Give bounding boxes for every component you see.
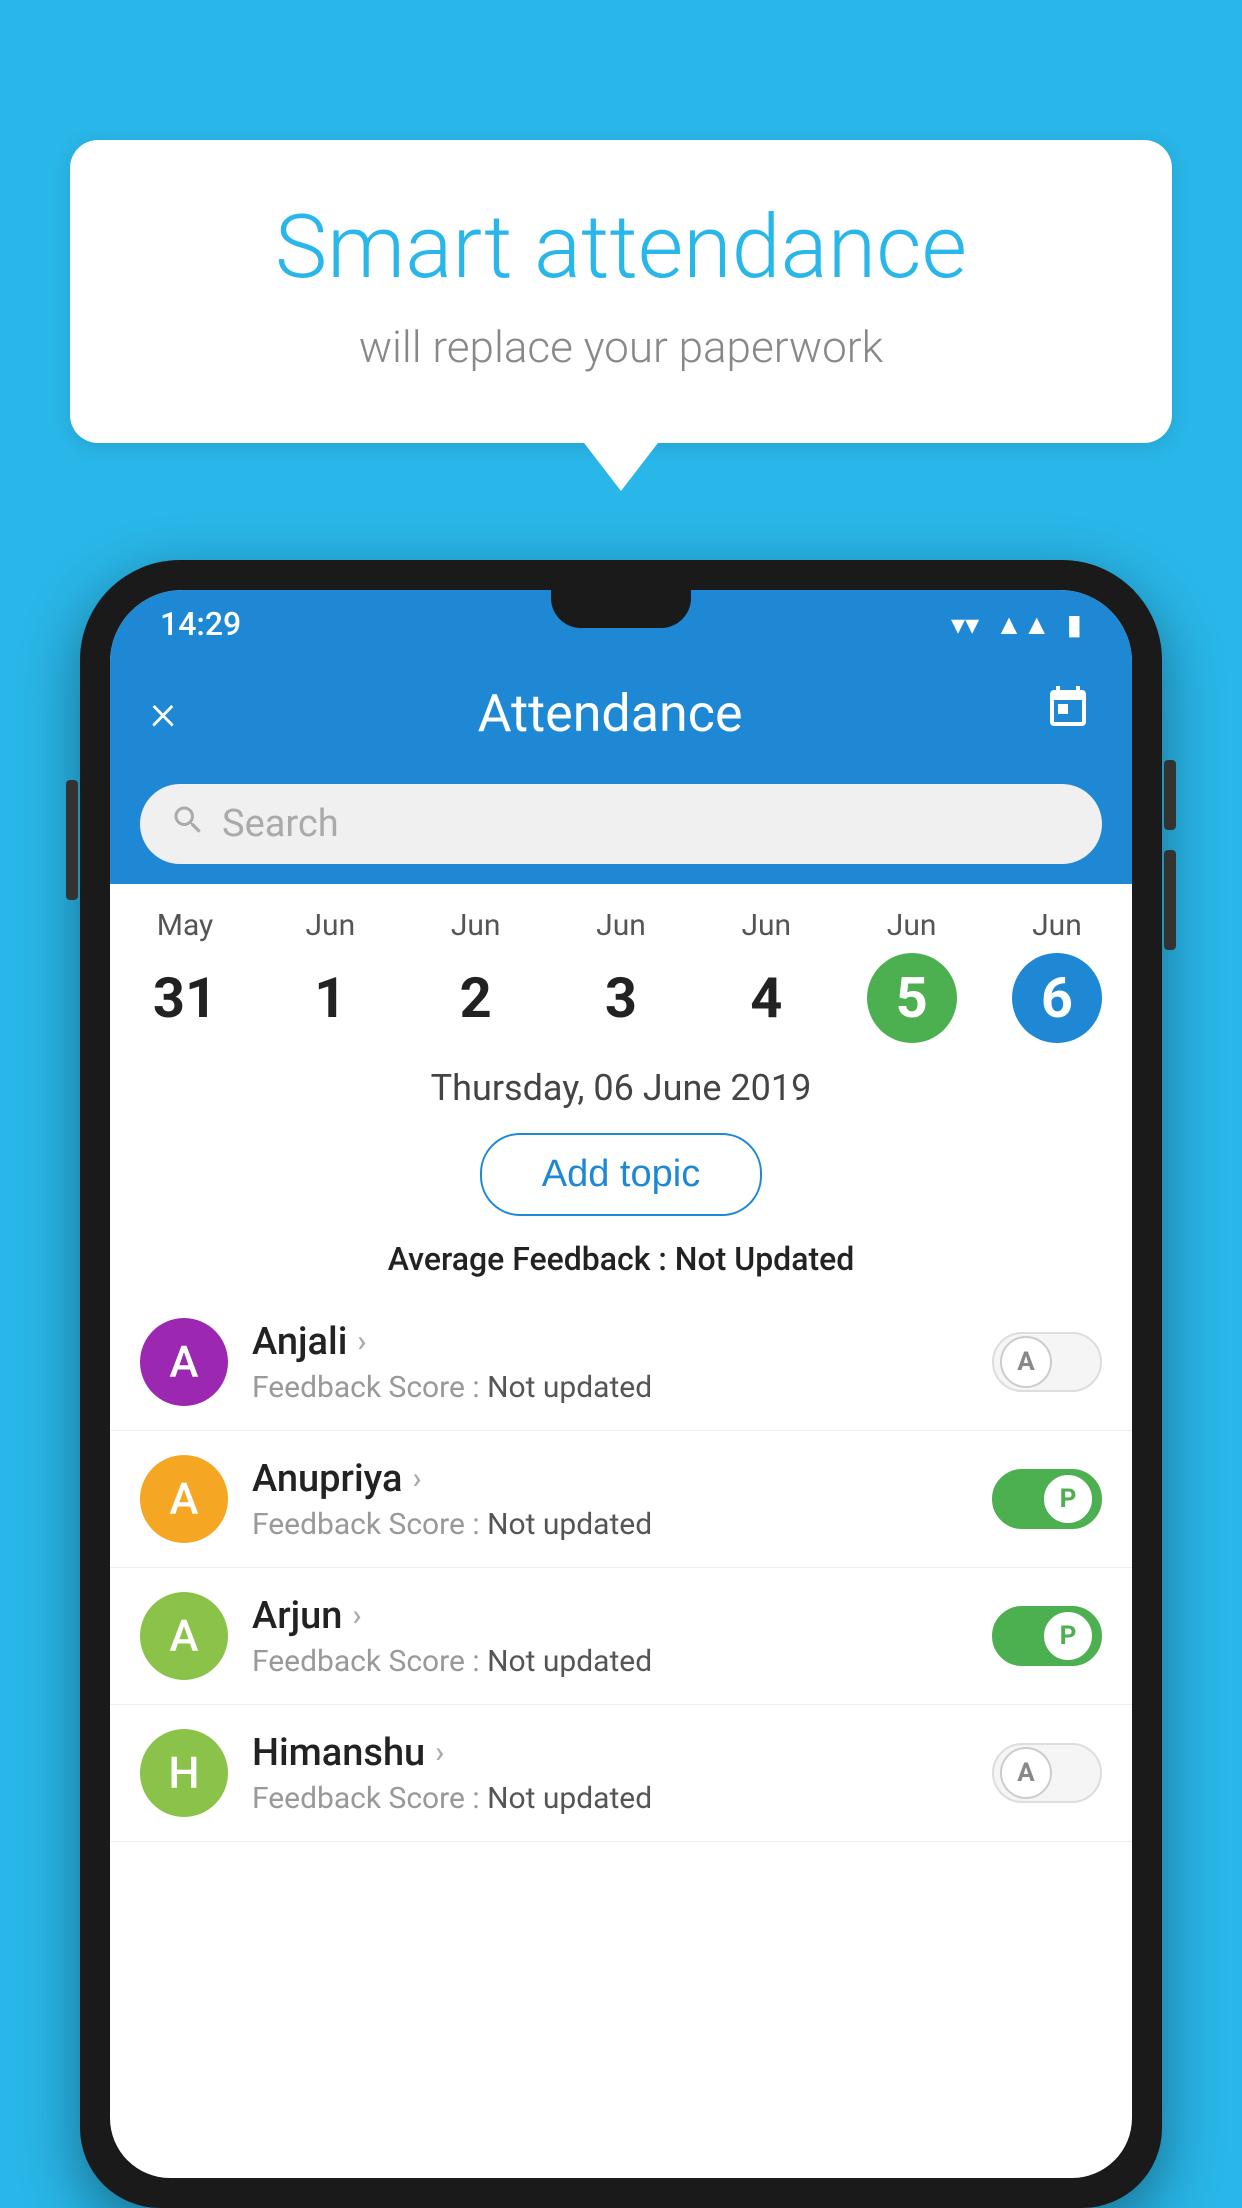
cal-date-number[interactable]: 2 [431,953,521,1043]
student-feedback: Feedback Score : Not updated [252,1781,968,1816]
calendar-day[interactable]: May 31 [140,908,230,1043]
attendance-toggle[interactable]: A [992,1743,1102,1803]
cal-date-number[interactable]: 4 [721,953,811,1043]
status-time: 14:29 [160,605,241,643]
selected-date-label: Thursday, 06 June 2019 [110,1051,1132,1121]
student-info: Himanshu › Feedback Score : Not updated [252,1731,968,1816]
battery-icon: ▮ [1067,608,1082,641]
chevron-icon: › [352,1598,361,1633]
calendar-row: May 31 Jun 1 Jun 2 Jun 3 Jun 4 Jun 5 Jun 6 [110,884,1132,1051]
cal-date-number[interactable]: 5 [867,953,957,1043]
volume-up-button [1164,760,1176,830]
chevron-icon: › [412,1461,421,1496]
attendance-toggle[interactable]: P [992,1469,1102,1529]
cal-month-label: Jun [451,908,501,943]
wifi-icon: ▾▾ [951,608,979,641]
student-avatar: H [140,1729,228,1817]
student-avatar: A [140,1455,228,1543]
volume-down-button [1164,850,1176,950]
close-button[interactable]: × [150,684,176,742]
student-name: Anupriya › [252,1457,968,1501]
cal-date-number[interactable]: 1 [285,953,375,1043]
attendance-toggle-wrap[interactable]: A [992,1332,1102,1392]
search-bar[interactable]: Search [140,784,1102,864]
phone-frame: 14:29 ▾▾ ▲▲ ▮ × Attendance [80,560,1162,2208]
search-placeholder: Search [222,802,339,846]
attendance-toggle[interactable]: P [992,1606,1102,1666]
attendance-toggle[interactable]: A [992,1332,1102,1392]
student-feedback: Feedback Score : Not updated [252,1644,968,1679]
search-bar-wrap: Search [110,768,1132,884]
student-name: Anjali › [252,1320,968,1364]
cal-date-number[interactable]: 3 [576,953,666,1043]
cal-month-label: Jun [305,908,355,943]
toggle-knob: P [1042,1473,1094,1525]
toggle-knob: P [1042,1610,1094,1662]
student-feedback: Feedback Score : Not updated [252,1370,968,1405]
student-item[interactable]: A Anjali › Feedback Score : Not updated A [110,1294,1132,1431]
avg-feedback-value: Not Updated [675,1240,855,1278]
app-header: × Attendance [110,658,1132,768]
student-feedback: Feedback Score : Not updated [252,1507,968,1542]
cal-date-number[interactable]: 31 [140,953,230,1043]
toggle-knob: A [1000,1747,1052,1799]
attendance-toggle-wrap[interactable]: P [992,1469,1102,1529]
feedback-value: Not updated [487,1370,652,1405]
power-button [66,780,78,900]
add-topic-button[interactable]: Add topic [480,1133,762,1216]
average-feedback: Average Feedback : Not Updated [110,1232,1132,1294]
toggle-knob: A [1000,1336,1052,1388]
cal-month-label: Jun [596,908,646,943]
chevron-icon: › [435,1735,444,1770]
student-list: AAnjali ›Feedback Score : Not updatedAAA… [110,1294,1132,1842]
feedback-value: Not updated [487,1781,652,1816]
calendar-icon[interactable] [1044,684,1092,743]
attendance-toggle-wrap[interactable]: P [992,1606,1102,1666]
search-icon [170,802,206,847]
feedback-value: Not updated [487,1507,652,1542]
phone-notch [551,590,691,628]
cal-month-label: Jun [1032,908,1082,943]
student-name: Arjun › [252,1594,968,1638]
add-topic-wrap: Add topic [110,1121,1132,1232]
cal-month-label: Jun [741,908,791,943]
student-info: Arjun › Feedback Score : Not updated [252,1594,968,1679]
speech-bubble: Smart attendance will replace your paper… [70,140,1172,443]
header-title: Attendance [478,683,743,744]
attendance-toggle-wrap[interactable]: A [992,1743,1102,1803]
student-info: Anjali › Feedback Score : Not updated [252,1320,968,1405]
speech-bubble-container: Smart attendance will replace your paper… [70,140,1172,443]
student-item[interactable]: H Himanshu › Feedback Score : Not updated A [110,1705,1132,1842]
calendar-day[interactable]: Jun 6 [1012,908,1102,1043]
calendar-day[interactable]: Jun 2 [431,908,521,1043]
student-avatar: A [140,1318,228,1406]
calendar-day[interactable]: Jun 3 [576,908,666,1043]
status-icons: ▾▾ ▲▲ ▮ [951,608,1082,641]
student-avatar: A [140,1592,228,1680]
calendar-day[interactable]: Jun 1 [285,908,375,1043]
avg-feedback-label: Average Feedback : [388,1240,675,1278]
student-name: Himanshu › [252,1731,968,1775]
cal-date-number[interactable]: 6 [1012,953,1102,1043]
chevron-icon: › [357,1324,366,1359]
student-item[interactable]: A Arjun › Feedback Score : Not updated P [110,1568,1132,1705]
cal-month-label: May [157,908,213,943]
student-info: Anupriya › Feedback Score : Not updated [252,1457,968,1542]
student-item[interactable]: A Anupriya › Feedback Score : Not updated P [110,1431,1132,1568]
bubble-subtitle: will replace your paperwork [150,321,1092,373]
bubble-title: Smart attendance [150,200,1092,297]
calendar-day[interactable]: Jun 4 [721,908,811,1043]
calendar-day[interactable]: Jun 5 [867,908,957,1043]
cal-month-label: Jun [887,908,937,943]
phone-screen: 14:29 ▾▾ ▲▲ ▮ × Attendance [110,590,1132,2178]
signal-icon: ▲▲ [995,608,1050,641]
feedback-value: Not updated [487,1644,652,1679]
